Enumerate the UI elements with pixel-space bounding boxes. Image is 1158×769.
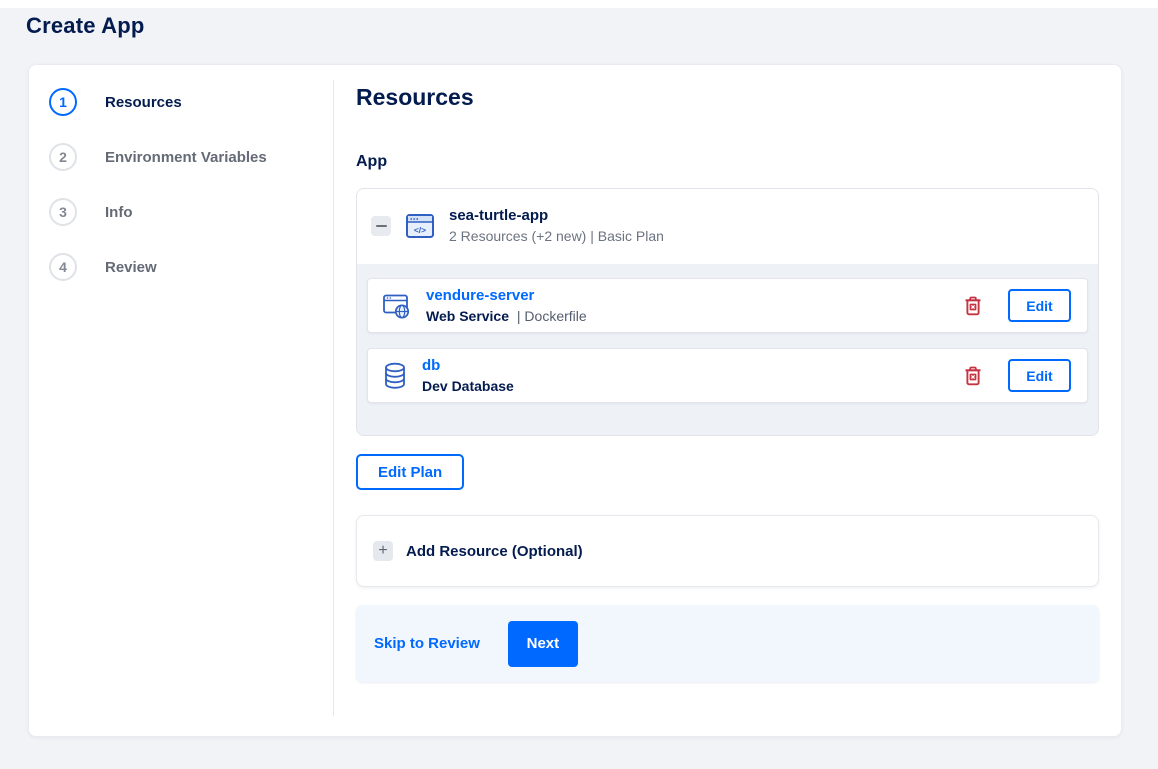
app-card-body: vendure-server Web Service | Dockerfile	[357, 264, 1098, 435]
step-item-environment-variables[interactable]: 2 Environment Variables	[49, 143, 334, 171]
step-circle: 2	[49, 143, 77, 171]
step-circle: 4	[49, 253, 77, 281]
resource-row-db: db Dev Database Edit	[367, 348, 1088, 403]
add-resource-label: Add Resource (Optional)	[406, 542, 583, 560]
app-card: </> sea-turtle-app 2 Resources (+2 new) …	[356, 188, 1099, 436]
database-icon	[385, 362, 405, 389]
step-circle: 1	[49, 88, 77, 116]
delete-resource-button[interactable]	[962, 294, 984, 318]
skip-to-review-link[interactable]: Skip to Review	[374, 635, 480, 652]
app-section-label: App	[356, 153, 388, 170]
wizard-card: 1 Resources 2 Environment Variables 3 In…	[28, 64, 1122, 737]
app-name: sea-turtle-app	[449, 207, 549, 224]
step-item-review[interactable]: 4 Review	[49, 253, 334, 281]
edit-resource-button[interactable]: Edit	[1008, 359, 1071, 392]
step-number: 3	[59, 204, 67, 220]
step-number: 2	[59, 149, 67, 165]
trash-icon	[965, 296, 981, 315]
step-label: Review	[105, 258, 157, 276]
minus-icon	[375, 224, 387, 227]
resource-type: Web Service	[426, 308, 510, 324]
page-title: Create App	[26, 13, 145, 38]
edit-plan-button[interactable]: Edit Plan	[356, 454, 465, 490]
delete-resource-button[interactable]	[962, 364, 984, 388]
next-button[interactable]: Next	[507, 620, 578, 667]
step-label: Info	[105, 203, 133, 221]
step-label: Resources	[105, 93, 182, 111]
resource-detail: | Dockerfile	[516, 308, 587, 324]
app-head-text: sea-turtle-app 2 Resources (+2 new) | Ba…	[449, 207, 664, 244]
step-number: 1	[59, 94, 67, 110]
resource-row-vendure-server: vendure-server Web Service | Dockerfile	[367, 278, 1088, 333]
collapse-app-button[interactable]	[371, 215, 391, 236]
step-item-info[interactable]: 3 Info	[49, 198, 334, 226]
app-summary: 2 Resources (+2 new) | Basic Plan	[449, 228, 664, 244]
plus-icon: +	[373, 541, 393, 561]
top-strip	[0, 0, 1158, 8]
trash-icon	[965, 366, 981, 385]
wizard-footer-bar: Skip to Review Next	[356, 605, 1099, 682]
add-resource-button[interactable]: + Add Resource (Optional)	[356, 515, 1099, 587]
app-icon: </>	[406, 213, 434, 238]
resource-subtitle: Dev Database	[422, 378, 962, 394]
resource-text: db Dev Database	[422, 357, 962, 394]
web-service-icon	[383, 294, 410, 319]
resource-text: vendure-server Web Service | Dockerfile	[426, 287, 962, 324]
svg-text:</>: </>	[414, 224, 426, 234]
resource-name-link[interactable]: vendure-server	[426, 287, 534, 304]
steps-sidebar: 1 Resources 2 Environment Variables 3 In…	[29, 65, 334, 736]
page-header: Create App	[0, 8, 1158, 39]
step-item-resources[interactable]: 1 Resources	[49, 88, 334, 116]
resources-step-content: Resources App </> sea-turtle-app 2 Resou…	[334, 65, 1121, 736]
resource-name-link[interactable]: db	[422, 357, 440, 374]
content-heading: Resources	[356, 84, 474, 110]
app-card-header: </> sea-turtle-app 2 Resources (+2 new) …	[357, 189, 1098, 264]
step-number: 4	[59, 259, 67, 275]
edit-resource-button[interactable]: Edit	[1008, 289, 1071, 322]
step-circle: 3	[49, 198, 77, 226]
resource-subtitle: Web Service | Dockerfile	[426, 308, 962, 324]
step-label: Environment Variables	[105, 148, 267, 166]
resource-type: Dev Database	[422, 378, 514, 394]
